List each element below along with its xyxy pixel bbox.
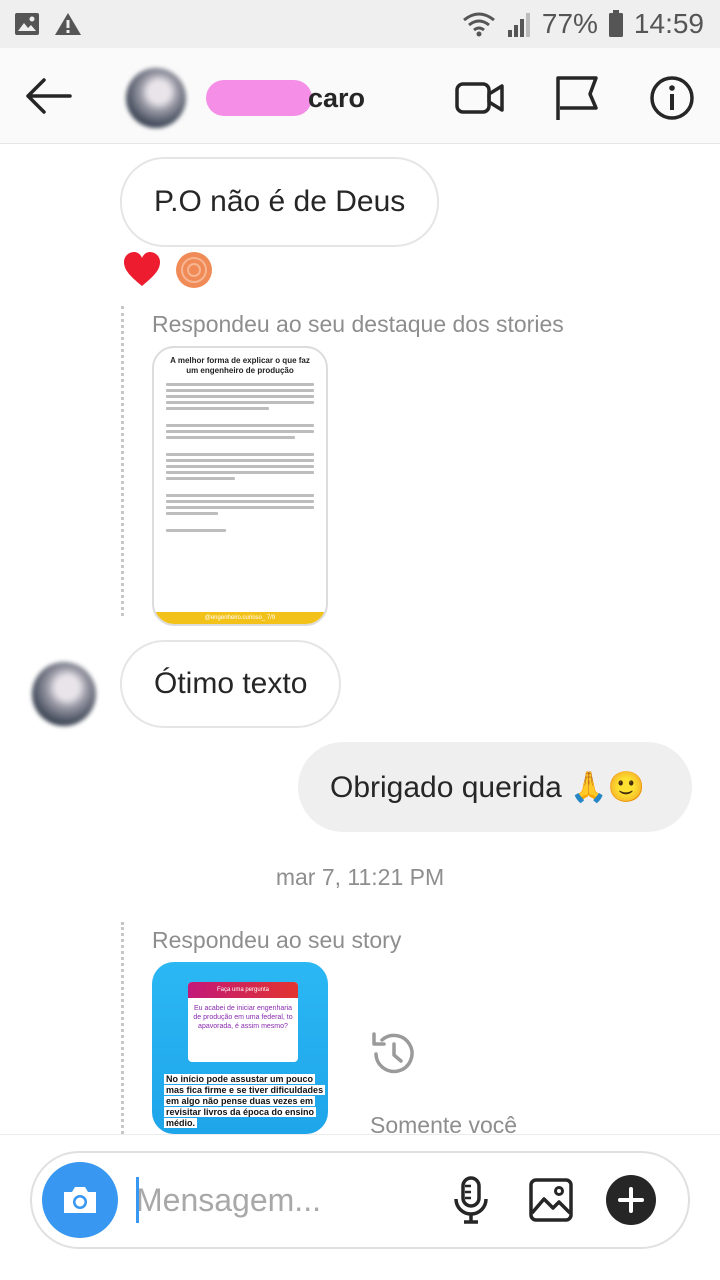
back-arrow-icon <box>26 78 72 114</box>
username-text: caro <box>308 82 366 113</box>
sender-avatar[interactable] <box>32 662 96 726</box>
reply-indicator <box>121 306 124 616</box>
message-composer <box>30 1151 690 1249</box>
story-highlight-preview[interactable]: A melhor forma de explicar o que faz um … <box>152 346 328 626</box>
reply-caption: Respondeu ao seu destaque dos stories <box>152 311 564 337</box>
camera-button[interactable] <box>42 1162 118 1238</box>
message-text: P.O não é de Deus <box>154 185 406 218</box>
contact-username[interactable]: caro <box>206 78 365 118</box>
camera-icon <box>64 1187 96 1213</box>
history-icon <box>372 1032 414 1074</box>
info-button[interactable] <box>648 72 700 124</box>
question-text: Eu acabei de iniciar engenharia de produ… <box>193 1005 293 1030</box>
answer-span: No início pode assustar um pouco mas fic… <box>164 1074 326 1128</box>
story-title: A melhor forma de explicar o que faz um … <box>170 356 310 375</box>
video-call-icon <box>455 82 504 114</box>
voice-button[interactable] <box>446 1175 496 1225</box>
plus-icon <box>618 1187 644 1213</box>
gallery-icon <box>529 1178 573 1222</box>
more-button[interactable] <box>606 1175 656 1225</box>
battery-icon <box>608 10 623 37</box>
composer-area <box>0 1134 720 1280</box>
signal-icon <box>507 13 530 37</box>
redaction-blob <box>206 80 312 116</box>
warning-icon <box>55 13 81 35</box>
sticker-icon <box>176 252 212 288</box>
status-bar: 77% 14:59 <box>0 0 720 48</box>
reply-indicator <box>121 922 124 1134</box>
reactions <box>122 250 214 290</box>
microphone-icon <box>454 1176 488 1224</box>
clock: 14:59 <box>633 8 704 39</box>
contact-avatar[interactable] <box>126 68 186 128</box>
message-bubble-incoming[interactable]: Ótimo texto <box>120 640 342 728</box>
question-sticker: Faça uma pergunta Eu acabei de iniciar e… <box>188 982 298 1062</box>
message-input[interactable] <box>136 1175 436 1225</box>
message-bubble-incoming[interactable]: P.O não é de Deus <box>120 157 440 247</box>
message-text: Ótimo texto <box>154 667 308 700</box>
info-icon <box>650 76 694 120</box>
message-timestamp: mar 7, 11:21 PM <box>275 864 445 890</box>
story-footer: @engenheiro.curioso_ 7/9 <box>154 612 326 624</box>
gallery-button[interactable] <box>526 1175 576 1225</box>
image-icon <box>15 13 39 35</box>
wifi-icon <box>462 12 495 37</box>
video-call-button[interactable] <box>454 72 506 124</box>
message-bubble-outgoing[interactable]: Obrigado querida 🙏🙂 <box>298 742 692 832</box>
battery-percent: 77% <box>541 8 598 39</box>
text-cursor <box>136 1177 139 1223</box>
reply-caption: Respondeu ao seu story <box>152 927 402 953</box>
answer-text: No início pode assustar um pouco mas fic… <box>164 1074 328 1129</box>
heart-icon <box>124 252 160 286</box>
visibility-note: Somente você <box>368 1028 568 1138</box>
flag-icon <box>556 76 598 120</box>
chat-header: caro <box>0 48 720 144</box>
back-button[interactable] <box>22 72 74 120</box>
story-preview[interactable]: Faça uma pergunta Eu acabei de iniciar e… <box>152 962 328 1134</box>
message-text: Obrigado querida 🙏🙂 <box>330 770 645 804</box>
report-button[interactable] <box>552 72 604 124</box>
question-header: Faça uma pergunta <box>188 982 298 998</box>
story-body <box>154 383 326 532</box>
